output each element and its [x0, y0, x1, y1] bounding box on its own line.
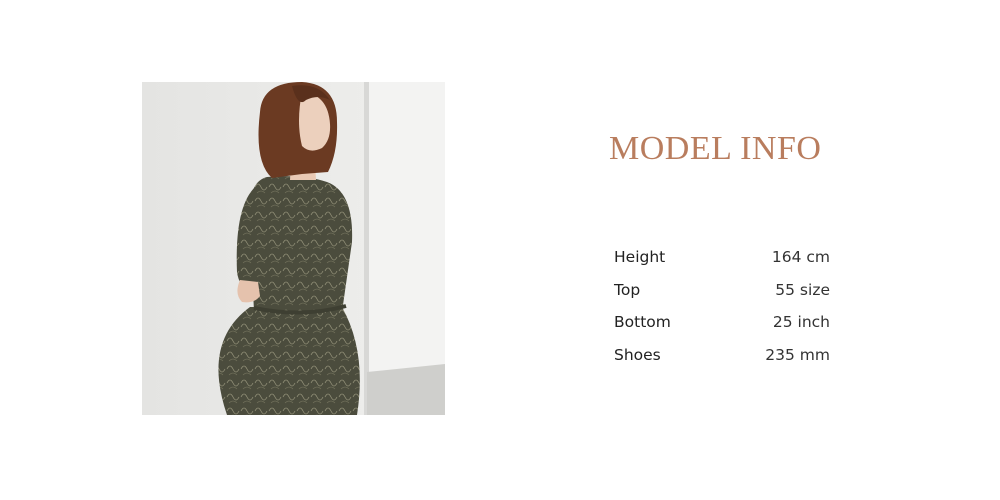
- dress-skirt: [218, 307, 360, 415]
- floor-shadow: [367, 364, 445, 415]
- model-spec-list: Height 164 cm Top 55 size Bottom 25 inch…: [614, 241, 830, 371]
- spec-row-top: Top 55 size: [614, 274, 830, 307]
- model-photo-illustration: [142, 82, 445, 415]
- model-info-panel: MODEL INFO Height 164 cm Top 55 size Bot…: [600, 0, 860, 500]
- spec-value-top: 55 size: [775, 280, 830, 299]
- spec-label-shoes: Shoes: [614, 345, 661, 364]
- spec-value-bottom: 25 inch: [772, 313, 830, 332]
- spec-label-top: Top: [614, 280, 641, 299]
- spec-row-shoes: Shoes 235 mm: [614, 339, 830, 372]
- wall-panel: [367, 82, 445, 415]
- spec-row-bottom: Bottom 25 inch: [614, 306, 830, 339]
- page: MODEL INFO Height 164 cm Top 55 size Bot…: [0, 0, 1000, 500]
- model-info-title: MODEL INFO: [609, 130, 822, 167]
- spec-value-shoes: 235 mm: [765, 345, 830, 364]
- spec-label-bottom: Bottom: [614, 313, 671, 332]
- model-hand: [237, 280, 260, 303]
- wall-edge: [364, 82, 369, 415]
- model-photo: [142, 82, 445, 415]
- spec-value-height: 164 cm: [771, 248, 830, 267]
- spec-row-height: Height 164 cm: [614, 241, 830, 274]
- spec-label-height: Height: [614, 248, 666, 267]
